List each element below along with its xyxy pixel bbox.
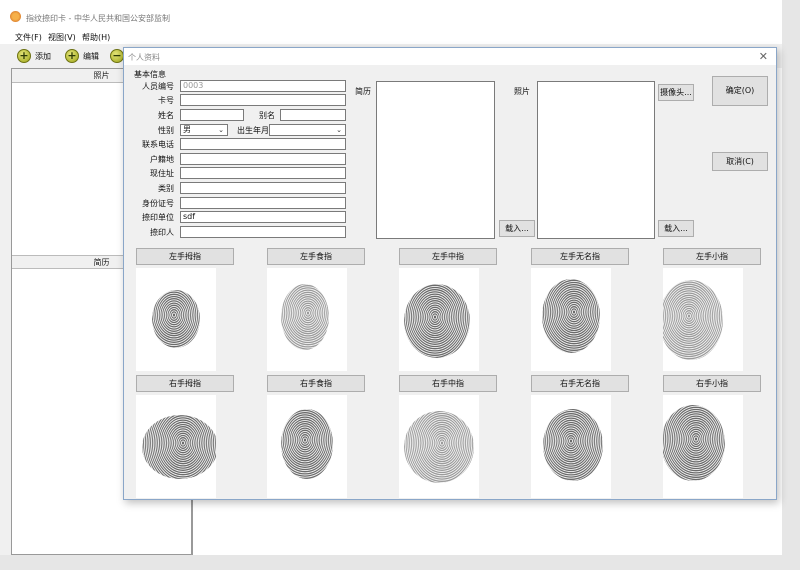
fingerprint-graphic bbox=[152, 290, 200, 348]
gender-select[interactable]: 男 ⌄ bbox=[180, 124, 228, 136]
fingerprint-graphic bbox=[404, 284, 470, 358]
person-id-label: 人员编号 bbox=[142, 82, 174, 91]
fingerprint-graphic bbox=[142, 415, 216, 479]
address-field[interactable] bbox=[180, 167, 346, 179]
birth-select[interactable]: ⌄ bbox=[269, 124, 346, 136]
chevron-down-icon: ⌄ bbox=[218, 126, 224, 134]
left-middle-button[interactable]: 左手中指 bbox=[399, 248, 497, 265]
delete-button[interactable]: − bbox=[110, 48, 124, 64]
add-label: 添加 bbox=[35, 51, 51, 61]
printer-field[interactable] bbox=[180, 226, 346, 238]
left-little-button[interactable]: 左手小指 bbox=[663, 248, 761, 265]
fingerprint-graphic bbox=[543, 409, 603, 481]
dialog-title: 个人资料 bbox=[128, 53, 160, 62]
fingerprint-graphic bbox=[281, 409, 333, 479]
left-ring-print[interactable] bbox=[531, 268, 611, 371]
left-thumb-button[interactable]: 左手拇指 bbox=[136, 248, 234, 265]
fingerprint-graphic bbox=[663, 405, 725, 481]
dialog-title-bar: 个人资料 ✕ bbox=[124, 48, 776, 65]
photo-label: 照片 bbox=[514, 87, 530, 96]
right-ring-print[interactable] bbox=[531, 395, 611, 498]
window-title: 指纹捺印卡 - 中华人民共和国公安部监制 bbox=[26, 14, 170, 23]
minus-icon: − bbox=[110, 49, 124, 63]
card-no-field[interactable] bbox=[180, 94, 346, 106]
left-little-print[interactable] bbox=[663, 268, 743, 371]
id-number-field[interactable] bbox=[180, 197, 346, 209]
ok-button[interactable]: 确定(O) bbox=[712, 76, 768, 106]
phone-field[interactable] bbox=[180, 138, 346, 150]
title-bar: 指纹捺印卡 - 中华人民共和国公安部监制 bbox=[0, 0, 782, 28]
person-id-field[interactable]: 0003 bbox=[180, 80, 346, 92]
chevron-down-icon: ⌄ bbox=[336, 126, 342, 134]
resume-textbox[interactable] bbox=[376, 81, 495, 239]
load-photo-button[interactable]: 载入... bbox=[658, 220, 694, 237]
menu-bar: 文件(F) 视图(V) 帮助(H) bbox=[0, 28, 782, 44]
cancel-button[interactable]: 取消(C) bbox=[712, 152, 768, 171]
name-field[interactable] bbox=[180, 109, 244, 121]
right-little-button[interactable]: 右手小指 bbox=[663, 375, 761, 392]
add-button[interactable]: + 添加 bbox=[17, 48, 51, 64]
left-ring-button[interactable]: 左手无名指 bbox=[531, 248, 629, 265]
menu-view[interactable]: 视图(V) bbox=[48, 32, 76, 43]
right-middle-print[interactable] bbox=[399, 395, 479, 498]
right-index-button[interactable]: 右手食指 bbox=[267, 375, 365, 392]
domicile-label: 户籍地 bbox=[150, 155, 174, 164]
alias-field[interactable] bbox=[280, 109, 346, 121]
phone-label: 联系电话 bbox=[142, 140, 174, 149]
unit-field[interactable]: sdf bbox=[180, 211, 346, 223]
birth-label: 出生年月 bbox=[237, 126, 269, 135]
plus-icon: + bbox=[17, 49, 31, 63]
id-number-label: 身份证号 bbox=[142, 199, 174, 208]
resume-label: 简历 bbox=[355, 87, 371, 96]
left-thumb-print[interactable] bbox=[136, 268, 216, 371]
close-icon[interactable]: ✕ bbox=[759, 50, 768, 63]
photo-box[interactable] bbox=[537, 81, 655, 239]
fingerprint-graphic bbox=[404, 411, 474, 483]
fingerprint-graphic bbox=[663, 280, 723, 360]
category-label: 类别 bbox=[158, 184, 174, 193]
card-no-label: 卡号 bbox=[158, 96, 174, 105]
domicile-field[interactable] bbox=[180, 153, 346, 165]
load-resume-button[interactable]: 载入... bbox=[499, 220, 535, 237]
right-thumb-print[interactable] bbox=[136, 395, 216, 498]
gender-value: 男 bbox=[183, 125, 191, 134]
address-label: 现住址 bbox=[150, 169, 174, 178]
gender-label: 性别 bbox=[158, 126, 174, 135]
printer-label: 捺印人 bbox=[150, 228, 174, 237]
fingerprint-graphic bbox=[542, 279, 600, 353]
menu-help[interactable]: 帮助(H) bbox=[82, 32, 110, 43]
right-thumb-button[interactable]: 右手拇指 bbox=[136, 375, 234, 392]
left-index-print[interactable] bbox=[267, 268, 347, 371]
unit-label: 捺印单位 bbox=[142, 213, 174, 222]
plus-icon: + bbox=[65, 49, 79, 63]
right-index-print[interactable] bbox=[267, 395, 347, 498]
edit-button[interactable]: + 编辑 bbox=[65, 48, 99, 64]
left-middle-print[interactable] bbox=[399, 268, 479, 371]
name-label: 姓名 bbox=[158, 111, 174, 120]
category-field[interactable] bbox=[180, 182, 346, 194]
fingerprint-graphic bbox=[281, 284, 329, 350]
right-little-print[interactable] bbox=[663, 395, 743, 498]
menu-file[interactable]: 文件(F) bbox=[15, 32, 42, 43]
camera-button[interactable]: 摄像头... bbox=[658, 84, 694, 101]
edit-label: 编辑 bbox=[83, 51, 99, 61]
right-ring-button[interactable]: 右手无名指 bbox=[531, 375, 629, 392]
right-middle-button[interactable]: 右手中指 bbox=[399, 375, 497, 392]
left-index-button[interactable]: 左手食指 bbox=[267, 248, 365, 265]
personal-info-dialog: 个人资料 ✕ 基本信息 人员编号 0003 卡号 姓名 别名 性别 男 ⌄ 出生… bbox=[123, 47, 777, 500]
app-icon bbox=[10, 11, 21, 22]
alias-label: 别名 bbox=[259, 111, 275, 120]
basic-info-label: 基本信息 bbox=[134, 70, 166, 79]
